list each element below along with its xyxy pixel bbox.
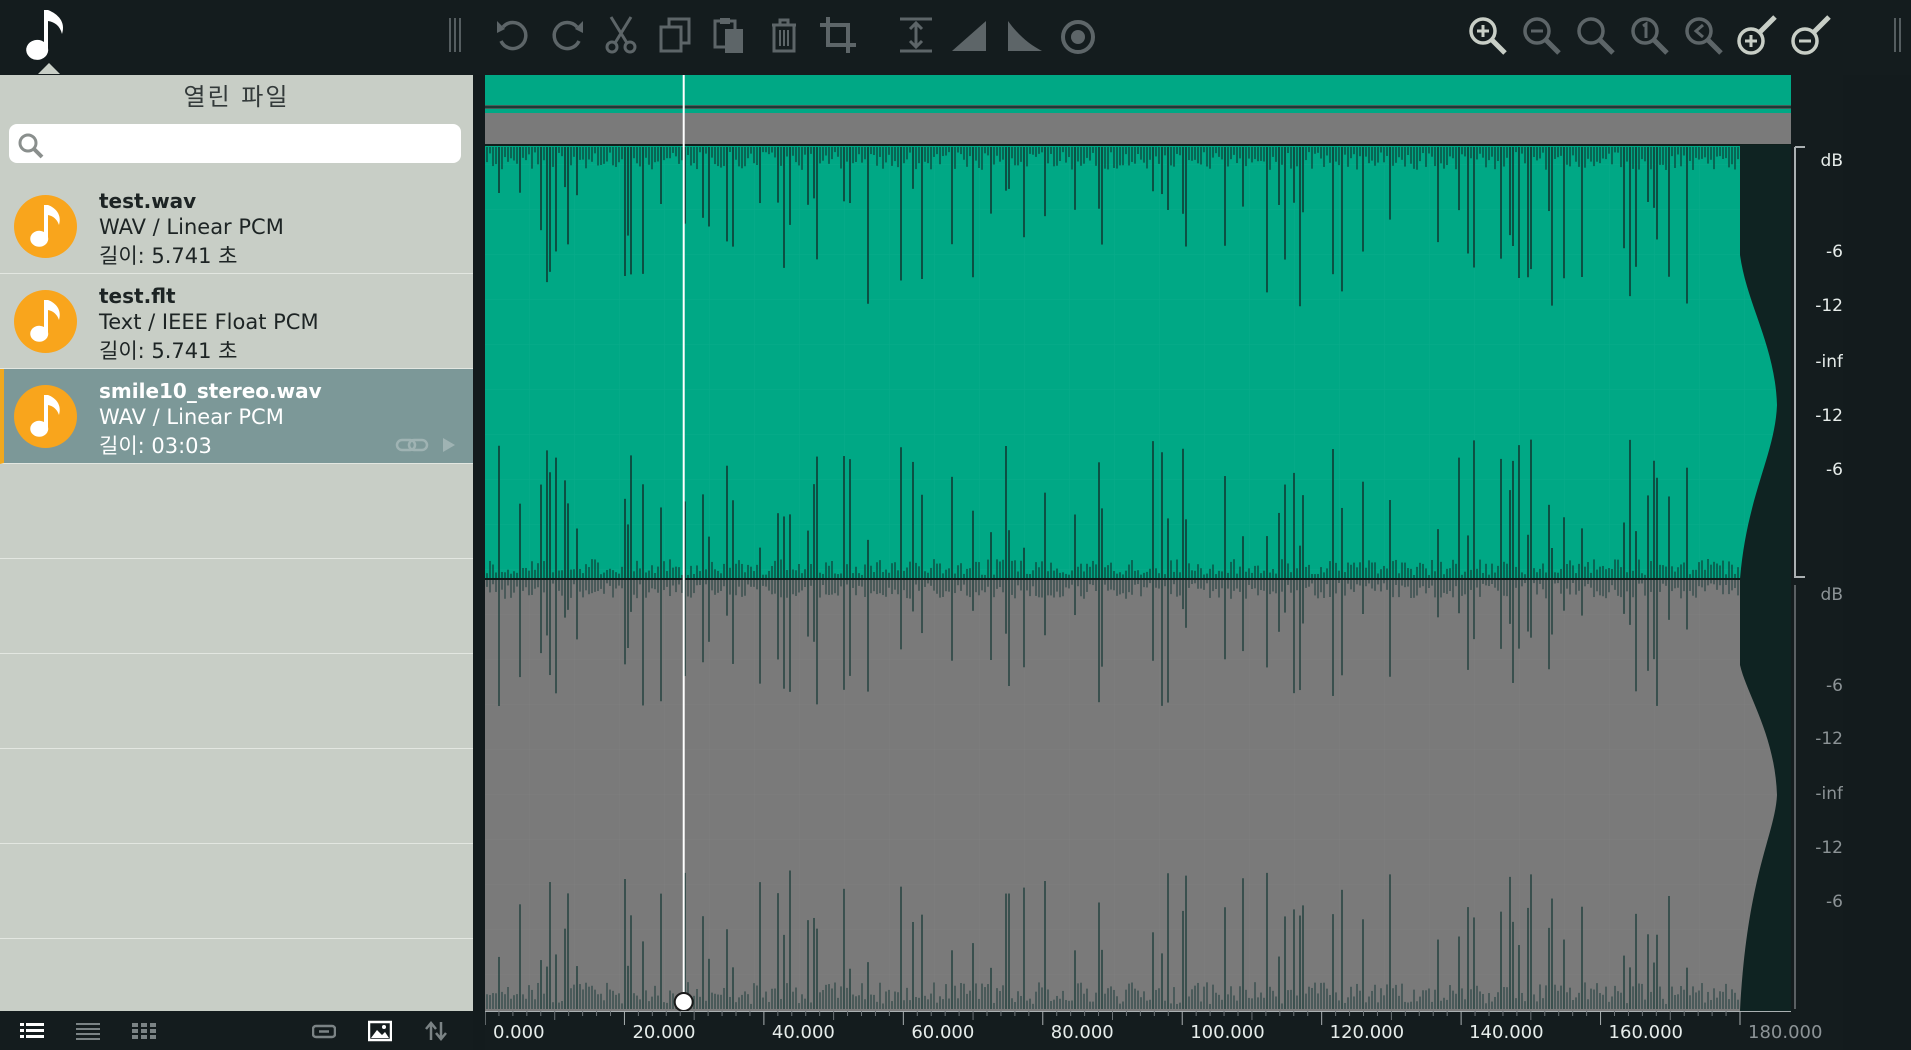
toolbar-grip-left[interactable]: [448, 18, 462, 52]
overview-wave-bottom: [485, 109, 1791, 113]
zoom-in-vertical-icon[interactable]: [1733, 11, 1781, 59]
fade-in-icon[interactable]: [946, 11, 994, 59]
file-format: WAV / Linear PCM: [99, 405, 284, 429]
cut-icon[interactable]: [597, 11, 645, 59]
zoom-fit-icon[interactable]: [1571, 11, 1619, 59]
time-label: 100.000: [1190, 1022, 1265, 1043]
zoom-back-icon[interactable]: [1679, 11, 1727, 59]
music-note-icon: [14, 385, 77, 448]
waveform-view[interactable]: [485, 75, 1791, 1012]
file-name: test.flt: [99, 284, 176, 308]
db-label: -6: [1826, 892, 1843, 912]
redo-icon[interactable]: [543, 11, 591, 59]
window-edge: [1843, 75, 1911, 1050]
db-label: -6: [1826, 242, 1843, 262]
zoom-in-icon[interactable]: [1463, 11, 1511, 59]
db-label: dB: [1820, 585, 1843, 605]
timeline-ruler[interactable]: 0.000 20.000 40.000 60.000 80.000 100.000 120.…: [485, 1011, 1843, 1050]
fade-out-icon[interactable]: [1000, 11, 1048, 59]
file-name: smile10_stereo.wav: [99, 379, 322, 403]
file-length: 길이: 03:03: [99, 434, 212, 458]
panel-bottom-bar: [0, 1011, 473, 1050]
copy-icon[interactable]: [651, 11, 699, 59]
time-label: 40.000: [771, 1022, 835, 1043]
file-format: WAV / Linear PCM: [99, 215, 284, 239]
image-icon[interactable]: [367, 1020, 393, 1042]
toolbar-grip-right[interactable]: [1893, 18, 1907, 52]
open-files-panel: 열린 파일 test.wav WAV / Linear PCM 길이: 5.74…: [0, 75, 473, 1011]
time-label: 180.000: [1748, 1022, 1823, 1043]
file-length: 길이: 5.741 초: [99, 339, 238, 363]
effects-knob-icon[interactable]: [1054, 11, 1102, 59]
empty-row: [0, 844, 473, 939]
grid-icon[interactable]: [132, 1020, 156, 1042]
search-box[interactable]: [9, 124, 461, 163]
link-icon[interactable]: [311, 1020, 337, 1042]
file-actions: [395, 435, 465, 455]
app-logo-icon[interactable]: [14, 4, 74, 64]
db-label: -6: [1826, 460, 1843, 480]
db-label: -6: [1826, 676, 1843, 696]
list-detail-icon[interactable]: [20, 1020, 44, 1042]
time-label: 60.000: [911, 1022, 975, 1043]
zoom-out-icon[interactable]: [1517, 11, 1565, 59]
toolbar: [0, 0, 1911, 75]
list-compact-icon[interactable]: [76, 1020, 100, 1042]
music-note-icon: [14, 195, 77, 258]
file-format: Text / IEEE Float PCM: [99, 310, 319, 334]
time-label: 140.000: [1469, 1022, 1544, 1043]
db-label: dB: [1820, 151, 1843, 171]
file-item-test-wav[interactable]: test.wav WAV / Linear PCM 길이: 5.741 초: [0, 179, 473, 274]
file-item-smile10-stereo-wav[interactable]: smile10_stereo.wav WAV / Linear PCM 길이: …: [0, 369, 473, 464]
delete-icon[interactable]: [760, 11, 808, 59]
undo-icon[interactable]: [489, 11, 537, 59]
panel-notch: [38, 63, 60, 74]
normalize-icon[interactable]: [892, 11, 940, 59]
link-icon[interactable]: [395, 438, 429, 452]
time-label: 120.000: [1329, 1022, 1405, 1043]
waveform-canvas[interactable]: [485, 75, 1791, 1012]
empty-row: [0, 464, 473, 559]
paste-icon[interactable]: [705, 11, 753, 59]
empty-row: [0, 654, 473, 749]
file-name: test.wav: [99, 189, 197, 213]
db-label: -inf: [1815, 352, 1843, 372]
file-item-test-flt[interactable]: test.flt Text / IEEE Float PCM 길이: 5.741…: [0, 274, 473, 369]
search-icon: [18, 133, 44, 159]
play-icon[interactable]: [443, 438, 455, 452]
empty-row: [0, 749, 473, 844]
panel-splitter[interactable]: [473, 75, 485, 1050]
overview-wave-top: [485, 75, 1791, 105]
zoom-out-vertical-icon[interactable]: [1787, 11, 1835, 59]
time-label: 20.000: [632, 1022, 696, 1043]
sort-icon[interactable]: [424, 1020, 448, 1042]
db-label: -12: [1815, 406, 1843, 426]
panel-title: 열린 파일: [183, 83, 290, 111]
time-label: 0.000: [493, 1022, 545, 1043]
empty-row: [0, 559, 473, 654]
db-label: -inf: [1815, 784, 1843, 804]
time-label: 80.000: [1050, 1022, 1114, 1043]
search-input[interactable]: [53, 128, 457, 160]
db-label: -12: [1815, 838, 1843, 858]
db-label: -12: [1815, 296, 1843, 316]
file-length: 길이: 5.741 초: [99, 244, 238, 268]
zoom-one-icon[interactable]: [1625, 11, 1673, 59]
crop-icon[interactable]: [814, 11, 862, 59]
db-scale: dB -6 -12 -inf -12 -6 dB -6 -12 -inf -12…: [1791, 75, 1843, 1011]
db-label: -12: [1815, 729, 1843, 749]
music-note-icon: [14, 290, 77, 353]
time-label: 160.000: [1608, 1022, 1683, 1043]
